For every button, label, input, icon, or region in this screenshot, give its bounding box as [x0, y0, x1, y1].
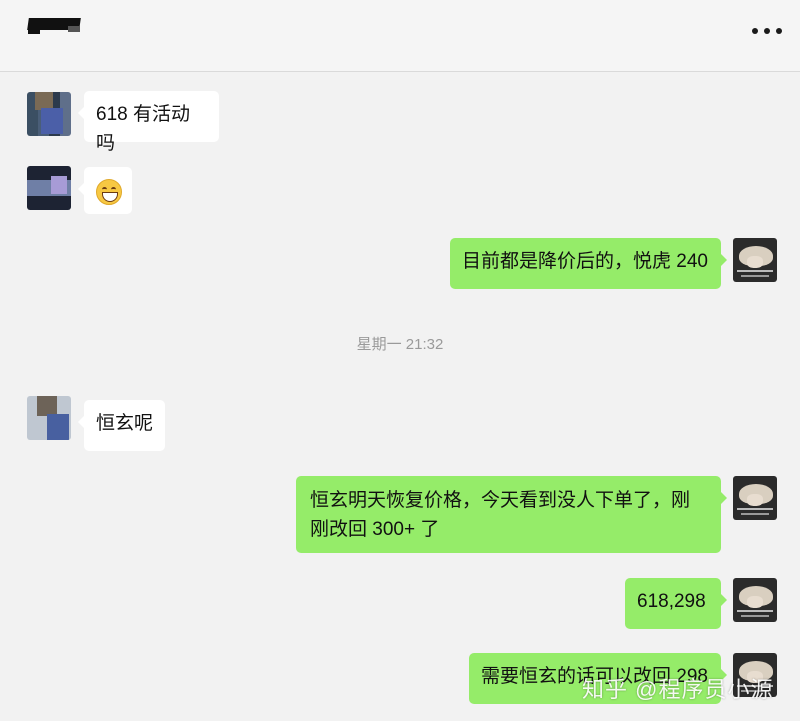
outgoing-message-bubble[interactable]: 目前都是降价后的，悦虎 240: [450, 238, 727, 289]
contact-avatar[interactable]: [27, 166, 71, 210]
zhihu-watermark: 知乎 @程序员小源: [582, 677, 774, 702]
my-avatar[interactable]: [733, 578, 777, 622]
my-avatar[interactable]: [733, 238, 777, 282]
contact-name-redacted: [27, 18, 81, 34]
grinning-face-icon: [96, 178, 122, 205]
message-text: 618 有活动吗: [96, 104, 190, 154]
message-text: 恒玄明天恢复价格，今天看到没人下单了，刚刚改回 300+ 了: [310, 490, 691, 540]
outgoing-message-bubble[interactable]: 恒玄明天恢复价格，今天看到没人下单了，刚刚改回 300+ 了: [296, 476, 727, 553]
incoming-emoji-bubble[interactable]: [78, 167, 132, 214]
contact-avatar[interactable]: [27, 396, 71, 440]
my-avatar[interactable]: [733, 476, 777, 520]
chat-header: [0, 0, 800, 72]
incoming-message-bubble[interactable]: 618 有活动吗: [78, 91, 219, 154]
message-text: 恒玄呢: [96, 413, 154, 434]
contact-avatar[interactable]: [27, 92, 71, 136]
message-timestamp: 星期一 21:32: [356, 336, 444, 353]
incoming-message-bubble[interactable]: 恒玄呢: [78, 400, 165, 451]
message-text: 目前都是降价后的，悦虎 240: [462, 251, 708, 272]
outgoing-message-bubble[interactable]: 618,298: [625, 578, 727, 629]
message-text: 618,298: [637, 591, 706, 612]
more-options-icon[interactable]: [752, 22, 782, 40]
